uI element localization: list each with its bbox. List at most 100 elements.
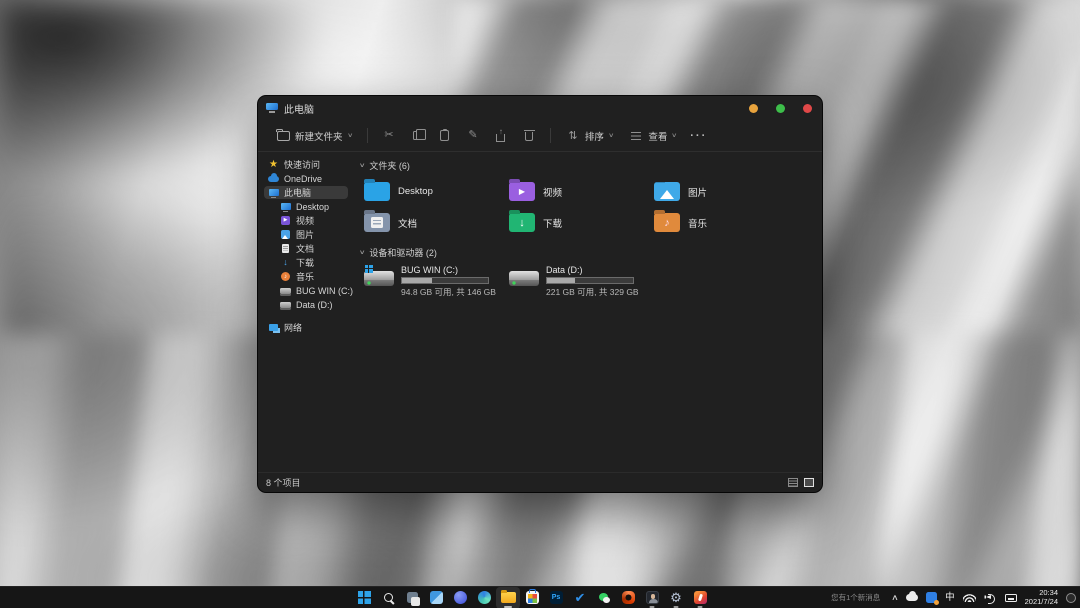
sidebar-item-label: OneDrive <box>284 174 322 184</box>
checkmark-icon: ✔ <box>575 591 586 604</box>
sidebar-item-documents[interactable]: 文档 <box>264 242 348 255</box>
chevron-down-icon: ∨ <box>347 132 353 139</box>
file-explorer-button[interactable] <box>496 587 520 608</box>
documents-icon <box>282 244 289 253</box>
folder-tile-downloads[interactable]: 下载 <box>505 207 650 238</box>
cut-button[interactable]: ✂ <box>377 125 401 147</box>
sidebar-item-label: 快速访问 <box>284 158 320 171</box>
search-button[interactable] <box>376 587 400 608</box>
volume-icon[interactable] <box>984 593 997 603</box>
toolbar-divider <box>550 128 551 143</box>
touch-keyboard-icon[interactable] <box>1005 594 1017 602</box>
folder-tile-music[interactable]: 音乐 <box>650 207 795 238</box>
sidebar-item-downloads[interactable]: ↓ 下载 <box>264 256 348 269</box>
network-icon <box>269 324 278 331</box>
paste-icon <box>440 130 449 141</box>
titlebar[interactable]: 此电脑 <box>258 96 822 120</box>
sidebar-item-label: 网络 <box>284 321 302 334</box>
delete-button[interactable] <box>517 125 541 147</box>
this-pc-icon <box>269 189 279 196</box>
file-explorer-icon <box>501 592 516 603</box>
drives-section-header[interactable]: ∨ 设备和驱动器 (2) <box>360 246 812 259</box>
sidebar-item-network[interactable]: 网络 <box>264 321 348 334</box>
folder-tile-documents[interactable]: 文档 <box>360 207 505 238</box>
start-button[interactable] <box>352 587 376 608</box>
cortana-button[interactable] <box>448 587 472 608</box>
hard-drive-icon <box>509 268 539 288</box>
office-button[interactable] <box>616 587 640 608</box>
chevron-down-icon: ∨ <box>359 162 366 169</box>
taskbar-center: Ps ✔ ⚙ <box>352 587 712 608</box>
chevron-down-icon: ∨ <box>608 132 614 139</box>
view-icon <box>631 132 641 140</box>
folder-tile-videos[interactable]: 视频 <box>505 176 650 207</box>
drive-tile-d[interactable]: Data (D:) 221 GB 可用, 共 329 GB <box>505 263 650 300</box>
wifi-icon[interactable] <box>963 593 976 602</box>
see-more-button[interactable]: ··· <box>687 125 711 147</box>
ime-indicator[interactable]: 中 <box>945 593 955 603</box>
dev-tool-button[interactable] <box>688 587 712 608</box>
delete-icon <box>525 132 533 141</box>
check-app-button[interactable]: ✔ <box>568 587 592 608</box>
sidebar-item-label: 此电脑 <box>284 186 311 199</box>
cloud-tray-icon[interactable] <box>906 594 918 601</box>
view-button[interactable]: 查看 ∨ <box>623 125 682 147</box>
rename-button[interactable]: ✎ <box>461 125 485 147</box>
photoshop-button[interactable]: Ps <box>544 587 568 608</box>
search-icon <box>384 593 393 602</box>
folders-section-header[interactable]: ∨ 文件夹 (6) <box>360 159 812 172</box>
new-folder-button[interactable]: 新建文件夹 ∨ <box>270 125 358 147</box>
hidden-icons-chevron[interactable]: ∧ <box>891 594 899 602</box>
folder-tile-pictures[interactable]: 图片 <box>650 176 795 207</box>
dev-tool-icon <box>694 591 707 604</box>
sync-tray-icon[interactable] <box>926 592 937 603</box>
microsoft-store-icon <box>526 591 539 604</box>
folder-tile-desktop[interactable]: Desktop <box>360 176 505 207</box>
folder-label: 图片 <box>688 185 707 199</box>
sidebar-item-music[interactable]: ♪ 音乐 <box>264 270 348 283</box>
notification-badge[interactable] <box>1066 593 1076 603</box>
sidebar-item-c-drive[interactable]: BUG WIN (C:) <box>264 284 348 297</box>
sidebar-item-onedrive[interactable]: OneDrive <box>264 172 348 185</box>
folder-label: Desktop <box>398 186 433 197</box>
sidebar-item-d-drive[interactable]: Data (D:) <box>264 298 348 311</box>
this-pc-icon <box>266 103 278 113</box>
sidebar-spacer <box>264 312 348 320</box>
widgets-button[interactable] <box>424 587 448 608</box>
wechat-icon <box>599 593 610 603</box>
hard-drive-icon <box>364 268 394 288</box>
edge-button[interactable] <box>472 587 496 608</box>
microsoft-store-button[interactable] <box>520 587 544 608</box>
drive-icon <box>280 302 291 308</box>
sidebar-item-label: Desktop <box>296 202 329 212</box>
edge-icon <box>478 591 491 604</box>
avatar-icon <box>646 591 659 604</box>
avatar-app-button[interactable] <box>640 587 664 608</box>
sidebar-item-this-pc[interactable]: 此电脑 <box>264 186 348 199</box>
sidebar-item-quick-access[interactable]: ★ 快速访问 <box>264 158 348 171</box>
settings-button[interactable]: ⚙ <box>664 587 688 608</box>
wechat-button[interactable] <box>592 587 616 608</box>
sidebar-item-desktop[interactable]: Desktop <box>264 200 348 213</box>
sidebar-item-videos[interactable]: ▶ 视频 <box>264 214 348 227</box>
details-view-toggle[interactable] <box>788 478 798 487</box>
icons-view-toggle[interactable] <box>804 478 814 487</box>
sidebar-item-pictures[interactable]: 图片 <box>264 228 348 241</box>
drive-name: BUG WIN (C:) <box>401 265 496 275</box>
sidebar-item-label: 视频 <box>296 214 314 227</box>
drive-tile-c[interactable]: BUG WIN (C:) 94.8 GB 可用, 共 146 GB <box>360 263 505 300</box>
task-view-button[interactable] <box>400 587 424 608</box>
paste-button[interactable] <box>433 125 457 147</box>
minimize-button[interactable] <box>749 104 758 113</box>
task-view-icon <box>407 592 418 603</box>
drive-icon <box>280 288 291 294</box>
maximize-button[interactable] <box>776 104 785 113</box>
drive-usage-fill <box>402 278 432 283</box>
sidebar-item-label: BUG WIN (C:) <box>296 286 353 296</box>
sort-button[interactable]: ⇅ 排序 ∨ <box>560 125 619 147</box>
close-button[interactable] <box>803 104 812 113</box>
copy-button[interactable] <box>405 125 429 147</box>
clock[interactable]: 20:34 2021/7/24 <box>1025 589 1058 606</box>
share-button[interactable] <box>489 125 513 147</box>
pictures-icon <box>281 230 290 239</box>
